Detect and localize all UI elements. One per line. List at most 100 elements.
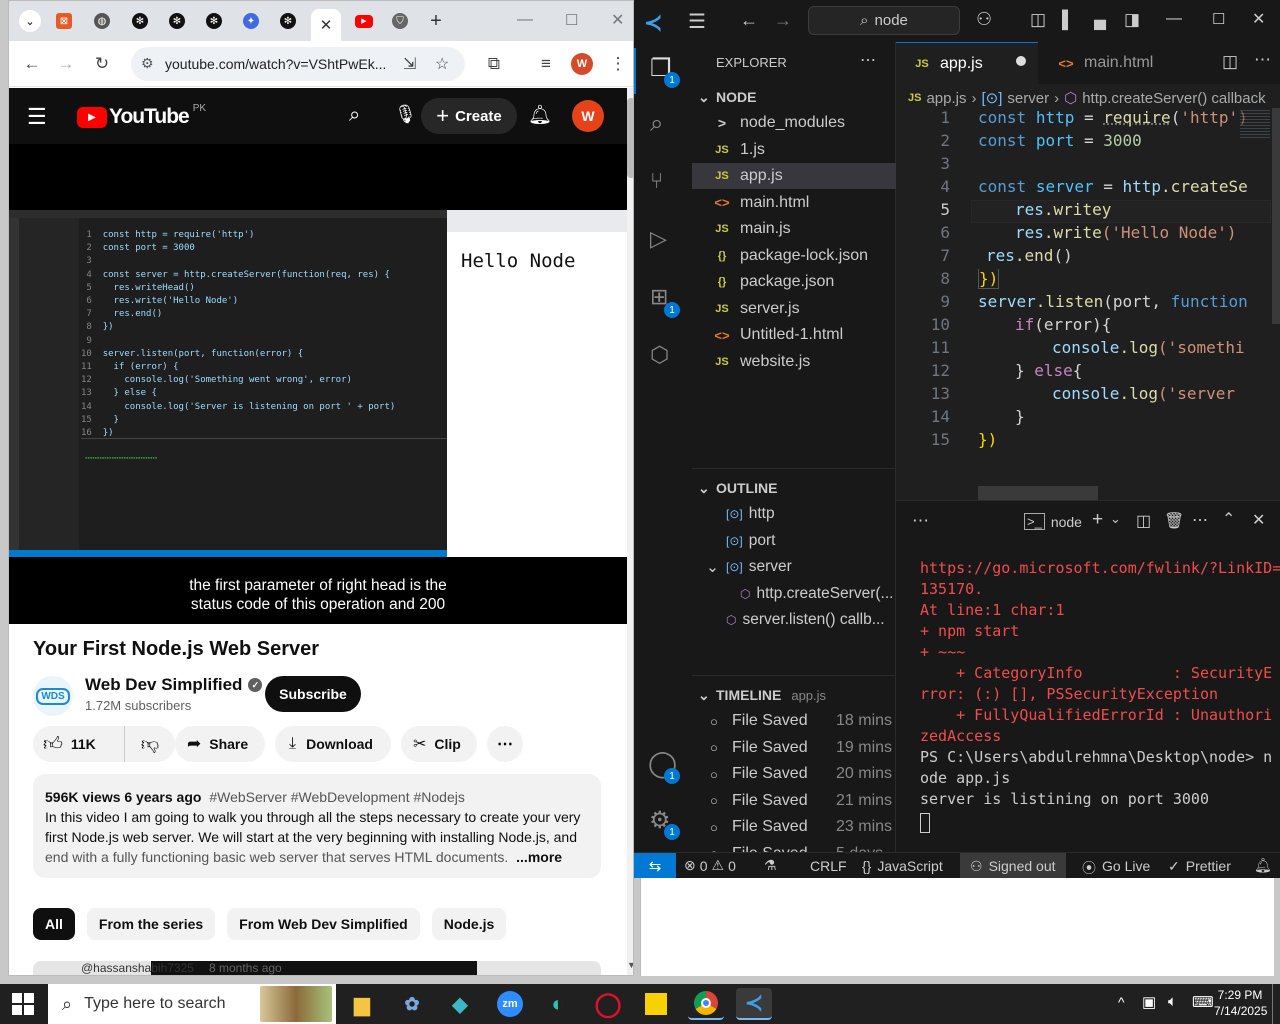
file-explorer-icon[interactable]: ▆ <box>344 988 380 1020</box>
youtube-logo[interactable]: ▶ YouTube PK <box>77 103 206 129</box>
dislike-button[interactable]: 👎︎ <box>125 726 175 762</box>
forward-button[interactable]: → <box>774 10 792 31</box>
language-icon[interactable]: ⌨ <box>1192 993 1214 1011</box>
network-icon[interactable]: ▣ <box>1142 993 1156 1011</box>
browser-tab[interactable]: ✻ <box>127 9 153 33</box>
create-button[interactable]: + Create <box>421 98 517 134</box>
url-text[interactable]: youtube.com/watch?v=VShtPwEk... <box>165 56 385 72</box>
profile-avatar[interactable]: W <box>571 53 593 75</box>
taskbar-search-box[interactable]: ⌕ Type here to search <box>48 984 336 1024</box>
remote-explorer-icon[interactable]: ⬡ <box>650 342 669 368</box>
chevron-down-icon[interactable]: ⌄ <box>1110 511 1121 527</box>
horizontal-scrollbar-thumb[interactable] <box>978 486 1098 500</box>
more-horiz-icon[interactable]: ⋯ <box>912 511 929 531</box>
scroll-down-arrow-icon[interactable]: ▼ <box>627 960 633 970</box>
site-info-icon[interactable]: ⚙ <box>141 55 154 72</box>
file-tree-item[interactable]: JS website.js <box>692 349 896 375</box>
minimize-button[interactable]: — <box>517 11 533 29</box>
maximize-button[interactable]: ☐ <box>1212 10 1225 28</box>
command-center-search[interactable]: ⌕ node <box>808 6 960 35</box>
split-terminal-icon[interactable]: ◫ <box>1136 511 1151 531</box>
file-tree-item[interactable]: <> Untitled-1.html <box>692 322 896 348</box>
notifications-bell-icon[interactable]: 🔔︎ <box>1254 857 1272 874</box>
app-icon[interactable]: ✿ <box>394 988 430 1020</box>
chip-from-channel[interactable]: From Web Dev Simplified <box>227 908 420 940</box>
browser-tab[interactable]: ✻ <box>201 9 227 33</box>
clock[interactable]: 7:29 PM 7/14/2025 <box>1214 987 1267 1019</box>
file-tree-item[interactable]: {} package-lock.json <box>692 243 896 269</box>
toggle-panel-icon[interactable]: ▄ <box>1094 10 1106 30</box>
hamburger-menu-icon[interactable]: ☰ <box>27 104 47 130</box>
outline-item[interactable]: [⊙] port <box>692 528 896 554</box>
chip-nodejs[interactable]: Node.js <box>431 908 507 940</box>
more-horiz-icon[interactable]: ⋯ <box>1254 50 1271 70</box>
trash-icon[interactable]: 🗑︎ <box>1164 511 1184 531</box>
outline-header[interactable]: ⌄ OUTLINE <box>692 475 896 501</box>
back-button[interactable]: ← <box>21 53 43 75</box>
ports-icon[interactable]: ⚗ <box>764 857 777 874</box>
extensions-button[interactable]: ⧉ <box>483 53 505 75</box>
browser-tab[interactable]: ✻ <box>164 9 190 33</box>
hashtags[interactable]: #WebServer #WebDevelopment #Nodejs <box>209 789 465 805</box>
scrollbar-thumb[interactable] <box>627 98 633 178</box>
problems-indicator[interactable]: ⊗ 0 ⚠ 0 <box>684 857 736 874</box>
description-box[interactable]: 596K views 6 years ago #WebServer #WebDe… <box>33 774 601 878</box>
code-editor[interactable]: 1 const http = require('http') 2 const por… <box>896 108 1280 500</box>
media-controls-button[interactable]: ≡ <box>535 53 557 75</box>
customize-layout-icon[interactable]: ◫ <box>1030 10 1046 30</box>
outline-item[interactable]: ⬡ server.listen() callb... <box>692 607 896 633</box>
like-button[interactable]: 👍︎ 11K <box>33 726 125 762</box>
omnibox[interactable]: ⚙ youtube.com/watch?v=VShtPwEk... ⇲ ☆ <box>131 47 465 81</box>
prettier-indicator[interactable]: ✓ Prettier <box>1168 858 1231 875</box>
browser-tab[interactable]: ⊠ <box>51 9 77 33</box>
close-window-button[interactable]: ✕ <box>611 10 624 30</box>
breadcrumb-file[interactable]: app.js <box>926 90 966 107</box>
browser-tab[interactable]: ▶ <box>351 9 377 33</box>
forward-button[interactable]: → <box>55 53 77 75</box>
star-icon[interactable]: ☆ <box>435 54 449 74</box>
breadcrumb-symbol[interactable]: server <box>1007 90 1049 107</box>
app-icon[interactable]: ◆ <box>442 988 478 1020</box>
chip-all[interactable]: All <box>33 908 75 940</box>
close-panel-icon[interactable]: ✕ <box>1252 510 1265 530</box>
terminal-selector[interactable]: >_ node <box>1024 513 1082 530</box>
timeline-header[interactable]: ⌄ TIMELINE app.js <box>692 682 896 708</box>
reload-button[interactable]: ↻ <box>91 53 113 75</box>
language-mode[interactable]: {} JavaScript <box>862 858 943 874</box>
share-button[interactable]: ➦ Share <box>175 726 265 762</box>
timeline-item[interactable]: ○ File Saved 23 mins <box>692 814 896 840</box>
more-horiz-icon[interactable]: ⋯ <box>860 50 876 70</box>
eol-indicator[interactable]: CRLF <box>810 858 847 874</box>
clip-button[interactable]: ✂ Clip <box>401 726 477 762</box>
browser-tab[interactable]: ✦ <box>238 9 264 33</box>
timeline-item[interactable]: ○ File Saved 18 mins <box>692 708 896 734</box>
chip-from-series[interactable]: From the series <box>86 908 216 940</box>
channel-name-link[interactable]: Web Dev Simplified ✓ <box>85 675 263 695</box>
chrome-menu-button[interactable]: ⋮ <box>607 53 629 75</box>
maximize-button[interactable]: ☐ <box>565 11 578 29</box>
new-terminal-button[interactable]: + <box>1092 509 1103 531</box>
toggle-secondary-sidebar-icon[interactable]: ◨ <box>1124 10 1140 30</box>
file-tree-item[interactable]: JS main.js <box>692 216 896 242</box>
run-debug-icon[interactable]: ▷ <box>650 226 667 252</box>
recommended-video-card[interactable]: @hassanshabih7325 8 months ago <box>33 961 601 975</box>
file-tree-item[interactable]: JS app.js <box>692 163 896 189</box>
outline-item[interactable]: ⬡ http.createServer(... <box>692 581 896 607</box>
timeline-item[interactable]: ○ File Saved 21 mins <box>692 788 896 814</box>
more-horiz-icon[interactable]: ⋯ <box>1192 510 1208 530</box>
browser-tab[interactable]: ⛉ <box>387 9 413 33</box>
close-window-button[interactable]: ✕ <box>1252 9 1265 29</box>
file-tree-item[interactable]: JS 1.js <box>692 137 896 163</box>
start-button[interactable] <box>12 993 34 1015</box>
go-live-button[interactable]: ⦿ Go Live <box>1082 858 1150 878</box>
account-avatar[interactable]: W <box>572 100 604 132</box>
sticky-notes-icon[interactable] <box>638 988 674 1020</box>
menu-icon[interactable]: ☰ <box>688 9 706 34</box>
page-scrollbar[interactable]: ▼ <box>627 88 633 975</box>
microphone-icon[interactable]: 🎙 <box>394 104 417 125</box>
tab-app-js[interactable]: JS app.js <box>896 42 1038 84</box>
timeline-item[interactable]: ○ File Saved 19 mins <box>692 735 896 761</box>
signed-out-indicator[interactable]: ⚇ Signed out <box>960 853 1066 878</box>
chrome-icon[interactable] <box>688 988 724 1020</box>
toggle-sidebar-icon[interactable]: ▌ <box>1062 10 1074 30</box>
